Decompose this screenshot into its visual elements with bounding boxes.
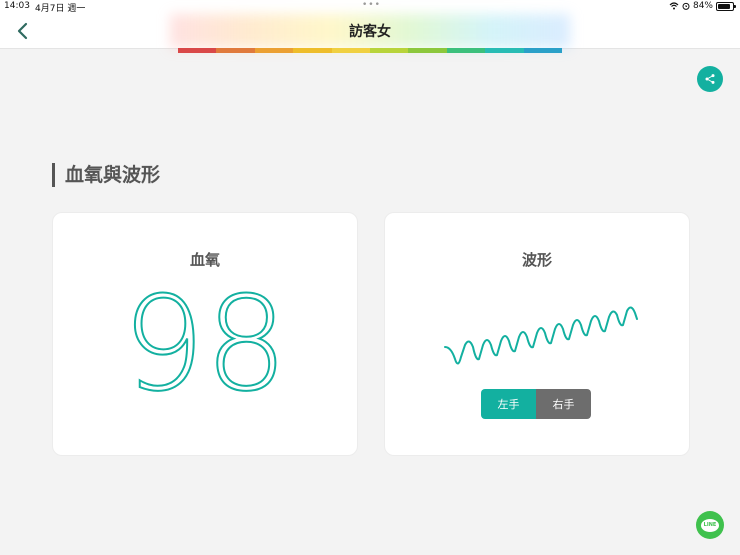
left-hand-button[interactable]: 左手: [481, 389, 536, 419]
status-bar: 14:03 4月7日 週一 ••• 84%: [0, 0, 740, 14]
status-time: 14:03: [4, 1, 30, 11]
oxygen-title: 血氧: [189, 251, 220, 269]
battery-icon: [716, 1, 736, 11]
color-strip-segment: [331, 48, 371, 53]
color-strip-segment: [523, 48, 563, 53]
color-strip: [178, 48, 563, 53]
waveform-graph: [444, 306, 638, 365]
waveform-card: 波形 左手 右手: [384, 212, 690, 456]
battery-percent: 84%: [692, 1, 713, 11]
oxygen-card: 血氧 98: [52, 212, 358, 456]
hand-toggle: 左手 右手: [481, 389, 591, 419]
color-strip-segment: [446, 48, 486, 53]
waveform-title: 波形: [521, 251, 552, 269]
right-hand-button[interactable]: 右手: [536, 389, 591, 419]
color-strip-segment: [408, 48, 447, 53]
line-chat-button[interactable]: LINE: [696, 511, 724, 539]
multitasking-dots-icon[interactable]: •••: [362, 0, 381, 10]
color-strip-segment: [254, 48, 294, 53]
nav-header: 訪客女: [0, 14, 740, 49]
section-title: 血氧與波形: [52, 163, 160, 187]
status-indicators: 84%: [669, 1, 736, 11]
battery-fill: [718, 3, 730, 9]
color-strip-segment: [216, 48, 255, 53]
oxygen-value: 98: [121, 268, 288, 420]
alarm-icon: [682, 2, 690, 10]
color-strip-segment: [178, 48, 217, 53]
share-icon: [705, 74, 715, 84]
page-title: 訪客女: [349, 24, 391, 40]
color-strip-segment: [293, 48, 332, 53]
color-strip-segment: [370, 48, 409, 53]
line-icon: LINE: [701, 518, 719, 532]
status-date: 4月7日 週一: [35, 4, 86, 14]
share-button[interactable]: [697, 66, 723, 92]
color-strip-segment: [485, 48, 524, 53]
wifi-icon: [669, 2, 679, 10]
